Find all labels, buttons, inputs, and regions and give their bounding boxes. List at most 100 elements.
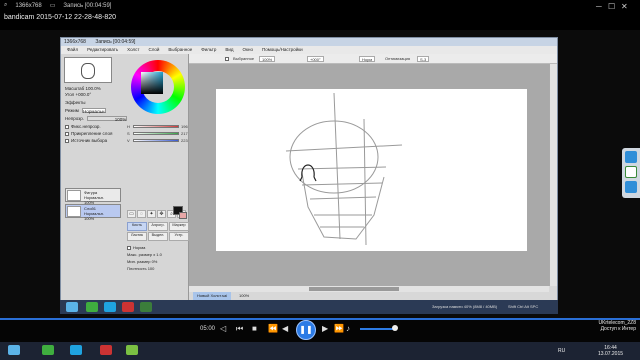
maximize-icon[interactable]: ☐ [608, 2, 615, 11]
menu-file[interactable]: Файл [67, 46, 78, 54]
layer-item[interactable]: Фигура Нормальн. 100% [65, 188, 121, 205]
stabilizer-label: Оптимизация [385, 56, 411, 61]
layer-thumbnail [67, 206, 81, 217]
menu-window[interactable]: Окно [243, 46, 253, 54]
move-icon[interactable]: ✥ [157, 210, 166, 218]
skype-icon[interactable] [70, 345, 82, 355]
stabilizer-field[interactable]: S-3 [417, 56, 430, 62]
tool-deselect[interactable]: Устр. [169, 232, 189, 241]
app-widget-icon[interactable] [625, 166, 637, 178]
menu-view[interactable]: Вид [225, 46, 233, 54]
option-clipping[interactable]: Прикрепление слоя [65, 131, 112, 136]
nav-angle-value[interactable]: +000.0° [76, 92, 92, 97]
language-indicator[interactable]: RU [558, 348, 565, 354]
zoom-field[interactable]: 100% [259, 56, 276, 62]
mode-field[interactable]: Норм [359, 56, 376, 62]
sai-taskbar-icon[interactable] [140, 302, 152, 312]
menu-selection[interactable]: Выбранное [168, 46, 192, 54]
slider-v-value: 223 [181, 138, 188, 143]
select-rect-icon[interactable]: ▭ [127, 210, 136, 218]
angle-field[interactable]: +000° [307, 56, 324, 62]
media-player-icon[interactable] [126, 345, 138, 355]
bandicam-icon[interactable] [100, 345, 112, 355]
time-label: 05:00 [200, 326, 216, 332]
sai-titlebar: 1366x768 Запись [00:04:59] [61, 38, 557, 46]
menu-help[interactable]: Помощь/Настройки [262, 46, 303, 54]
select-checkbox[interactable] [225, 56, 231, 61]
magic-wand-icon[interactable]: ✦ [147, 210, 156, 218]
app-a-icon[interactable] [86, 302, 98, 312]
background-color-swatch[interactable] [179, 212, 187, 219]
key-state: Shift Ctrl Alt SPC [508, 304, 539, 309]
tool-marker[interactable]: Маркер [169, 222, 189, 231]
tool-airbrush[interactable]: Аэрогр. [148, 222, 168, 231]
density-row[interactable]: Плотность 100 [127, 265, 189, 272]
nav-angle-label: Угол [65, 92, 75, 97]
close-icon[interactable]: ✕ [621, 2, 628, 11]
density-value: 100 [147, 266, 155, 271]
app-a-icon[interactable] [42, 345, 54, 355]
step-forward-icon[interactable]: ▶ [322, 325, 328, 333]
paint-tool-sai-window: 1366x768 Запись [00:04:59] Файл Редактир… [60, 37, 558, 301]
brush-tool-list: Кисть Аэрогр. Маркер Ластик Выдел. Устр. [127, 222, 189, 241]
navigator-preview[interactable] [64, 57, 112, 83]
gear-icon[interactable] [625, 151, 637, 163]
slider-s-label: S [127, 131, 130, 136]
option-selection-source[interactable]: Источник выбора [65, 138, 107, 143]
blend-label: Режим [65, 108, 79, 113]
brush-size-value: x 1.0 [153, 252, 162, 257]
windows-start-icon[interactable] [66, 302, 78, 312]
horizontal-scrollbar-thumb[interactable] [309, 287, 399, 291]
opacity-slider[interactable]: 100% [87, 116, 128, 122]
volume-mute-icon[interactable]: ◁ [220, 325, 226, 333]
monitor-icon[interactable]: ▭ [50, 2, 56, 9]
tool-eraser[interactable]: Ластик [127, 232, 147, 241]
lasso-icon[interactable]: ◌ [137, 210, 146, 218]
brush-size-label: Макс. размер [127, 252, 153, 257]
nav-zoom-value[interactable]: 100.0% [86, 86, 101, 91]
blend-select[interactable]: Нормальн. [82, 108, 107, 114]
tool-brush[interactable]: Кисть [127, 222, 147, 231]
slider-h-label: H [127, 124, 130, 129]
layer-item-selected[interactable]: Слой1 Нормальн. 100% [65, 204, 121, 221]
sai-menubar: Файл Редактировать Холст Слой Выбранное … [61, 46, 557, 54]
windows-start-icon[interactable] [8, 345, 20, 355]
step-back-icon[interactable]: ◀ [282, 325, 288, 333]
menu-filter[interactable]: Фильтр [201, 46, 216, 54]
menu-layer[interactable]: Слой [148, 46, 159, 54]
search-icon[interactable]: ⌕ [4, 2, 7, 9]
speaker-icon[interactable]: ♪ [346, 325, 350, 333]
rewind-icon[interactable]: ⏪ [268, 325, 278, 333]
fast-forward-icon[interactable]: ⏩ [334, 325, 344, 333]
document-tab[interactable]: Новый Холст.sai [193, 292, 232, 300]
option-preserve-opacity[interactable]: Фикс.непрозр. [65, 124, 101, 129]
effects-label[interactable]: Эффекты [65, 100, 85, 105]
stop-icon[interactable]: ■ [252, 325, 257, 333]
menu-edit[interactable]: Редактировать [87, 46, 118, 54]
brush-size-row[interactable]: Макс. размер x 1.0 [127, 251, 189, 258]
brush-mode-row[interactable]: Норма [127, 244, 189, 251]
slider-h[interactable] [133, 125, 179, 128]
slider-s[interactable] [133, 132, 179, 135]
minimize-icon[interactable]: ─ [596, 2, 602, 11]
system-clock[interactable]: 16:44 13.07.2015 [598, 345, 623, 357]
pause-button[interactable]: ❚❚ [296, 320, 316, 340]
progress-bar[interactable] [0, 318, 640, 320]
canvas-toolbar: Выбранное 100% +000° Норм Оптимизация S-… [189, 54, 557, 64]
drawing-canvas[interactable] [216, 89, 527, 251]
skype-icon[interactable] [104, 302, 116, 312]
network-status: Доступ к Интер [600, 326, 636, 332]
add-icon[interactable] [625, 181, 637, 193]
volume-slider[interactable] [360, 328, 394, 330]
volume-knob[interactable] [392, 325, 398, 331]
min-size-row[interactable]: Мин. размер 0% [127, 258, 189, 265]
sai-title-text: 1366x768 [64, 39, 86, 45]
bandicam-icon[interactable] [122, 302, 134, 312]
slider-v[interactable] [133, 139, 179, 142]
previous-icon[interactable]: ⏮ [236, 325, 243, 333]
color-sv-square[interactable] [141, 72, 163, 94]
menu-canvas[interactable]: Холст [127, 46, 139, 54]
canvas-viewport[interactable] [189, 64, 549, 286]
vertical-scrollbar[interactable] [549, 64, 557, 286]
tool-select[interactable]: Выдел. [148, 232, 168, 241]
